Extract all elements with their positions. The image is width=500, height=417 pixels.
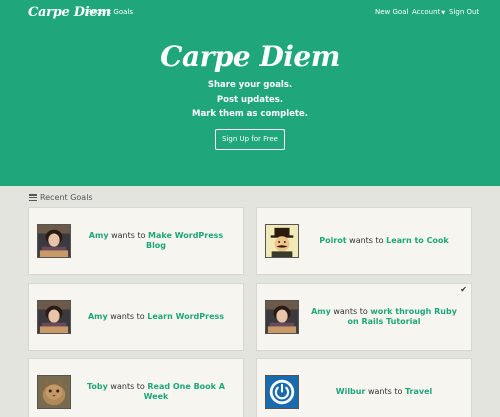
avatar[interactable] <box>37 300 71 334</box>
recent-goals-heading: Recent Goals <box>29 193 93 202</box>
goal-user-link[interactable]: Toby <box>87 382 108 391</box>
goal-connector: wants to <box>110 382 145 392</box>
goal-user-link[interactable]: Wilbur <box>336 387 366 396</box>
avatar[interactable] <box>265 224 299 258</box>
goal-connector: wants to <box>111 231 146 241</box>
hero-title: Carpe Diem <box>160 40 340 73</box>
goal-text: Wilbur wants to Travel <box>303 359 465 417</box>
goal-card: Amy wants to Make WordPress Blog <box>28 207 244 275</box>
nav-account-dropdown[interactable]: Account▼ <box>412 8 445 16</box>
cat-avatar-photo <box>38 376 70 408</box>
sign-up-button[interactable]: Sign Up for Free <box>215 129 285 150</box>
goal-text: Toby wants to Read One Book A Week <box>75 359 237 417</box>
goal-connector: wants to <box>349 236 384 246</box>
goal-text: Amy wants to work through Ruby on Rails … <box>303 284 465 350</box>
goal-connector: wants to <box>367 387 403 397</box>
amy-avatar-photo <box>38 225 70 257</box>
goal-title-link[interactable]: Make WordPress Blog <box>146 231 223 250</box>
goal-card: Poirot wants to Learn to Cook <box>256 207 472 275</box>
nav-link-recent-goals[interactable]: Recent Goals <box>87 8 133 16</box>
goal-user-link[interactable]: Poirot <box>319 236 346 245</box>
goal-title-link[interactable]: Learn to Cook <box>386 236 449 245</box>
goal-user-link[interactable]: Amy <box>89 231 109 240</box>
hero-tagline-3: Mark them as complete. <box>191 109 308 119</box>
goal-connector: wants to <box>110 312 145 322</box>
avatar[interactable] <box>265 300 299 334</box>
goal-card: Wilbur wants to Travel <box>256 358 472 417</box>
nav-account-label: Account <box>412 8 441 16</box>
goal-title-link[interactable]: Read One Book A Week <box>144 382 225 401</box>
avatar[interactable] <box>37 224 71 258</box>
poirot-avatar-illustration <box>266 225 298 257</box>
amy-avatar-photo <box>38 301 70 333</box>
nav-link-sign-out[interactable]: Sign Out <box>449 8 479 16</box>
goal-card: ✔ Amy wants to work through Ruby on Rail… <box>256 283 472 351</box>
caret-down-icon: ▼ <box>441 10 446 16</box>
power-icon <box>266 376 298 408</box>
goal-user-link[interactable]: Amy <box>311 307 331 316</box>
goal-text: Poirot wants to Learn to Cook <box>303 208 465 274</box>
goal-card: Amy wants to Learn WordPress <box>28 283 244 351</box>
goal-text: Amy wants to Learn WordPress <box>75 284 237 350</box>
list-icon <box>29 194 37 201</box>
nav-link-new-goal[interactable]: New Goal <box>375 8 408 16</box>
goal-title-link[interactable]: Travel <box>405 387 432 396</box>
goal-connector: wants to <box>333 307 368 317</box>
hero-tagline-1: Share your goals. <box>207 80 293 90</box>
goal-user-link[interactable]: Amy <box>88 312 108 321</box>
avatar[interactable] <box>265 375 299 409</box>
goal-text: Amy wants to Make WordPress Blog <box>75 208 237 274</box>
recent-goals-heading-text: Recent Goals <box>40 193 93 202</box>
goal-title-link[interactable]: Learn WordPress <box>147 312 224 321</box>
avatar[interactable] <box>37 375 71 409</box>
hero-banner: Carpe Diem Share your goals. Post update… <box>0 26 500 186</box>
amy-avatar-photo <box>266 301 298 333</box>
goal-card: Toby wants to Read One Book A Week <box>28 358 244 417</box>
hero-tagline-2: Post updates. <box>216 95 284 105</box>
top-navbar: Carpe Diem Recent Goals New Goal Account… <box>0 0 500 26</box>
